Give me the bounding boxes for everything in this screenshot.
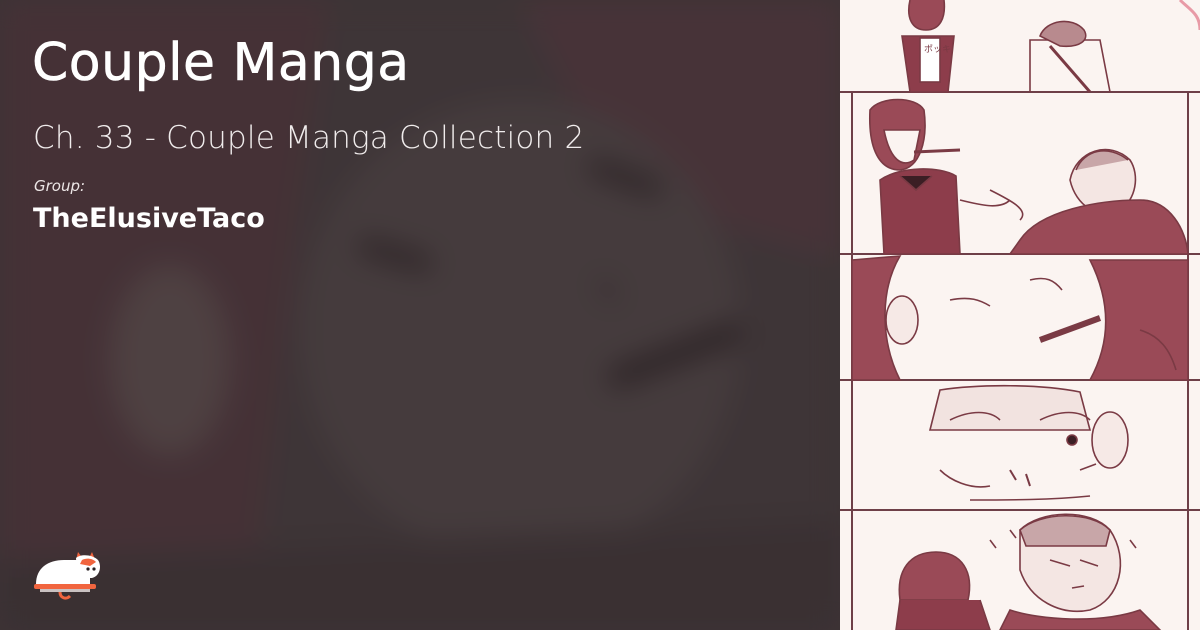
panel-2 bbox=[869, 98, 1189, 255]
manga-preview-strip[interactable]: ポッキ bbox=[840, 0, 1200, 630]
manga-panels: ポッキ bbox=[840, 0, 1200, 630]
panel-1: ポッキ bbox=[901, 0, 1200, 93]
panel-4 bbox=[928, 384, 1129, 501]
panel-3 bbox=[851, 255, 1189, 381]
panel-kana: ポッキ bbox=[924, 44, 951, 55]
group-name[interactable]: TheElusiveTaco bbox=[33, 199, 265, 239]
cat-logo-icon[interactable] bbox=[30, 544, 108, 600]
group-label: Group: bbox=[34, 177, 86, 195]
panel-5 bbox=[895, 513, 1162, 630]
manga-title[interactable]: Couple Manga bbox=[32, 28, 410, 98]
chapter-title[interactable]: Ch. 33 - Couple Manga Collection 2 bbox=[33, 116, 584, 160]
